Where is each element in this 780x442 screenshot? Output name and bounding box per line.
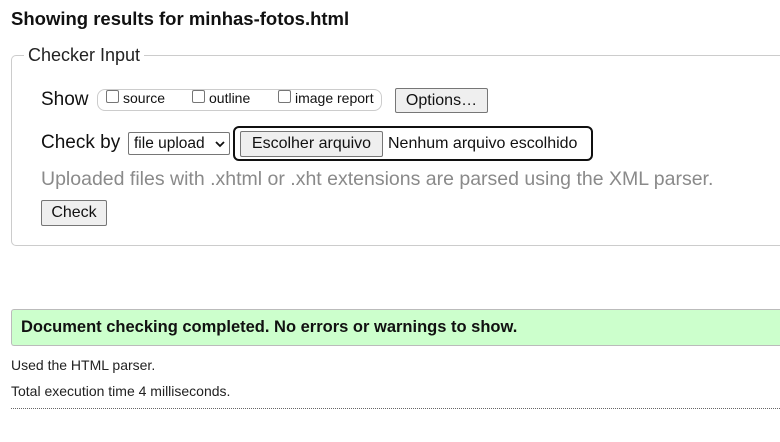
results-divider xyxy=(11,408,780,409)
show-source-checkbox[interactable] xyxy=(106,89,119,103)
check-by-selected-value: file upload xyxy=(134,134,205,152)
check-button[interactable]: Check xyxy=(41,200,107,226)
checker-input-legend: Checker Input xyxy=(24,45,145,65)
show-outline-checkbox[interactable] xyxy=(192,89,205,103)
check-by-select[interactable]: file upload xyxy=(128,132,230,155)
page-title: Showing results for minhas-fotos.html xyxy=(11,8,350,29)
parser-info: Used the HTML parser. xyxy=(11,357,156,373)
show-source-label: source xyxy=(123,90,166,106)
show-source-option[interactable]: source xyxy=(106,89,166,106)
execution-time: Total execution time 4 milliseconds. xyxy=(11,383,231,399)
show-image-report-label: image report xyxy=(295,90,374,106)
check-by-label: Check by xyxy=(41,132,121,153)
choose-file-button[interactable]: Escolher arquivo xyxy=(240,131,383,157)
show-image-report-checkbox[interactable] xyxy=(278,89,291,103)
show-outline-option[interactable]: outline xyxy=(192,89,251,106)
show-outline-label: outline xyxy=(209,90,251,106)
show-label: Show xyxy=(41,89,89,110)
file-status-text: Nenhum arquivo escolhido xyxy=(388,135,578,152)
chevron-down-icon xyxy=(215,141,225,148)
xml-parser-hint: Uploaded files with .xhtml or .xht exten… xyxy=(41,168,714,190)
success-message: Document checking completed. No errors o… xyxy=(21,318,518,336)
options-button[interactable]: Options… xyxy=(395,88,488,113)
show-image-report-option[interactable]: image report xyxy=(278,89,374,106)
